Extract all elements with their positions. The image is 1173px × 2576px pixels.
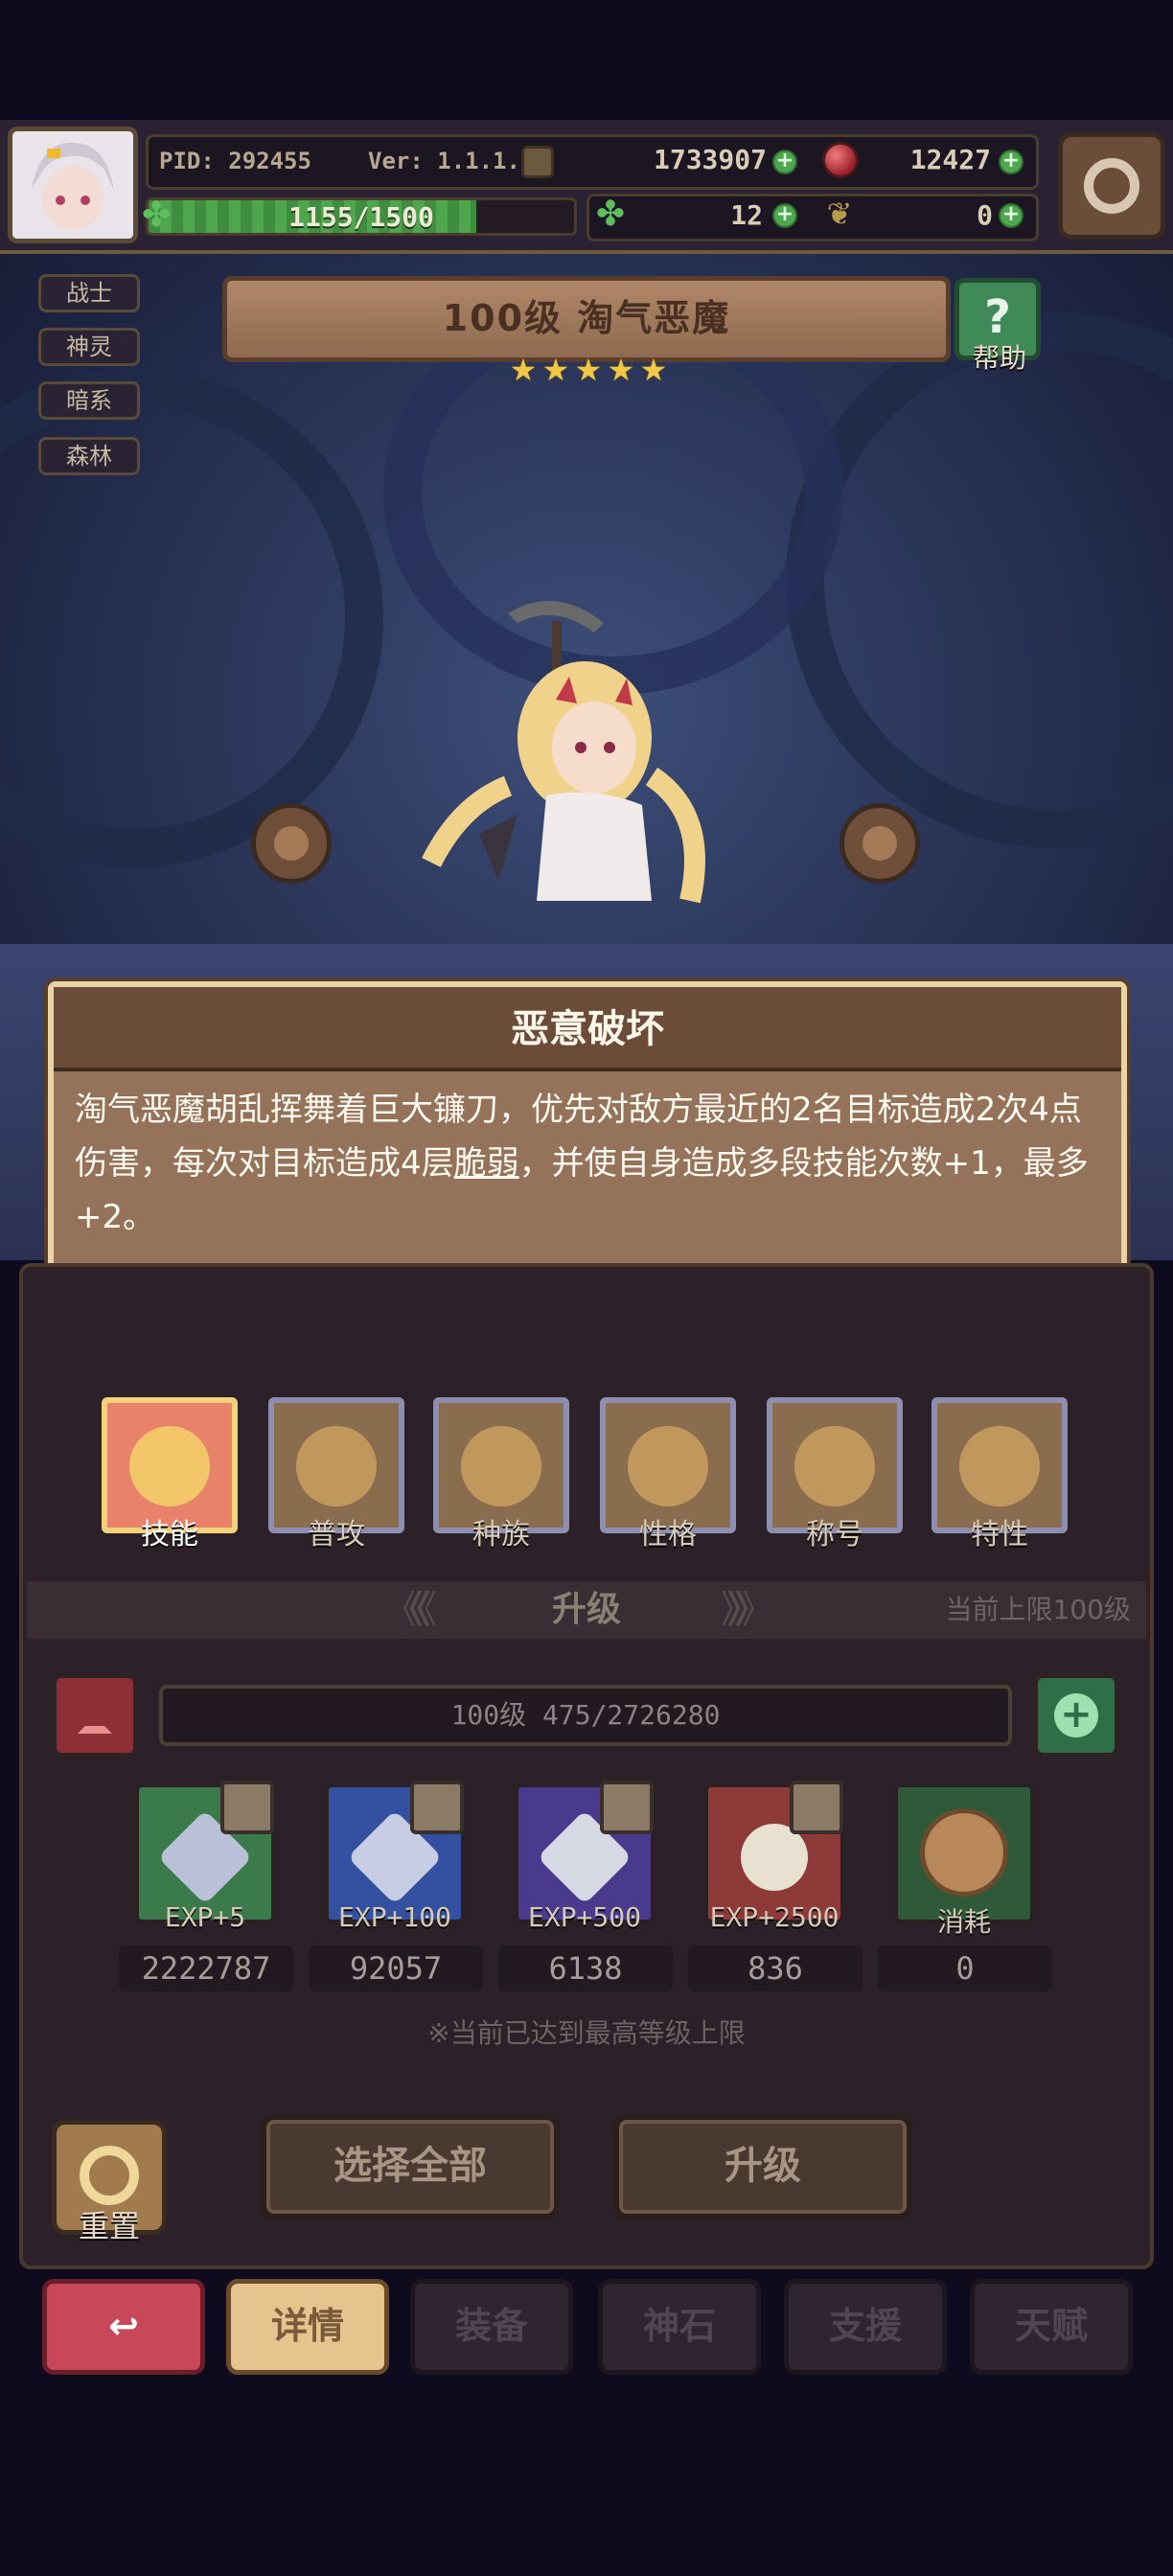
system-status-bar xyxy=(0,0,1173,120)
select-all-button[interactable]: 选择全部 xyxy=(261,2114,560,2220)
exp-item-large-label: EXP+500 xyxy=(527,1901,641,1933)
max-level-notice: ※当前已达到最高等级上限 xyxy=(427,2017,746,2049)
tab-normal-attack-label: 普攻 xyxy=(308,1518,365,1552)
clover-icon: ✤ xyxy=(595,195,626,234)
leaf-value: 0 xyxy=(977,199,993,231)
crossed-swords-icon xyxy=(959,1426,1040,1506)
gem-value: 12427 xyxy=(909,144,991,175)
refresh-icon xyxy=(80,2146,139,2205)
tab-skill-label: 技能 xyxy=(141,1518,198,1552)
settings-button[interactable] xyxy=(1058,132,1165,240)
nav-details[interactable]: 详情 xyxy=(226,2279,389,2375)
keyword-fragile-link[interactable]: 脆弱 xyxy=(454,1144,519,1183)
add-clover-button[interactable]: + xyxy=(772,203,797,228)
tab-title-label: 称号 xyxy=(806,1518,863,1552)
tab-personality-label: 性格 xyxy=(639,1518,697,1552)
sword-icon xyxy=(296,1426,377,1506)
lock-icon xyxy=(410,1781,464,1834)
star-icon: ★ xyxy=(509,352,538,388)
plus-icon: + xyxy=(1054,1693,1098,1737)
skill-description: 淘气恶魔胡乱挥舞着巨大镰刀，优先对敌方最近的2名目标造成2次4点伤害，每次对目标… xyxy=(75,1083,1100,1244)
clover-value: 12 xyxy=(730,199,763,231)
nav-talent[interactable]: 天赋 xyxy=(970,2279,1133,2375)
exp-item-medium-label: EXP+100 xyxy=(337,1901,451,1933)
tab-race-label: 种族 xyxy=(472,1518,530,1552)
nav-equipment[interactable]: 装备 xyxy=(410,2279,573,2375)
tag-class: 战士 xyxy=(38,274,140,312)
upgrade-section-title: 升级 xyxy=(551,1590,621,1629)
tag-habitat: 森林 xyxy=(38,437,140,475)
exp-item-large-count: 6138 xyxy=(498,1945,673,1991)
hero-title: 100级 淘气恶魔 xyxy=(442,297,731,339)
star-icon: ★ xyxy=(574,352,603,388)
add-leaf-button[interactable]: + xyxy=(999,203,1024,228)
nav-support[interactable]: 支援 xyxy=(784,2279,947,2375)
skill-name: 恶意破坏 xyxy=(511,1007,664,1051)
skill-icon xyxy=(129,1426,210,1506)
ruby-icon xyxy=(822,142,859,178)
tag-element: 暗系 xyxy=(38,381,140,420)
figure-icon xyxy=(794,1426,875,1506)
gear-icon xyxy=(1084,158,1139,214)
chevron-left-icon: 《《《 xyxy=(383,1588,437,1632)
lock-icon xyxy=(790,1781,843,1834)
exp-item-huge-count: 836 xyxy=(688,1945,862,1991)
star-rating: ★ ★ ★ ★ ★ xyxy=(508,355,671,389)
help-label: 帮助 xyxy=(972,342,1026,374)
leaf-icon: ❦ xyxy=(826,196,853,232)
next-hero-button[interactable] xyxy=(840,803,920,884)
exp-item-huge-label: EXP+2500 xyxy=(709,1901,840,1933)
version-label: Ver: 1.1.1.8 xyxy=(368,148,535,174)
lock-icon xyxy=(220,1781,274,1834)
avatar-portrait-icon xyxy=(12,131,133,239)
back-button[interactable]: ↩ xyxy=(42,2279,205,2375)
decrease-button[interactable] xyxy=(52,1673,138,1758)
coin-icon xyxy=(521,146,554,178)
exp-item-medium-count: 92057 xyxy=(309,1945,483,1991)
consume-count: 0 xyxy=(878,1945,1052,1991)
lock-icon xyxy=(600,1781,654,1834)
star-icon: ★ xyxy=(541,352,570,388)
hero-sprite xyxy=(422,601,705,904)
gold-value: 1733907 xyxy=(653,144,767,175)
download-icon xyxy=(78,1699,112,1734)
add-gem-button[interactable]: + xyxy=(999,150,1024,174)
star-icon: ★ xyxy=(607,352,635,388)
star-icon: ★ xyxy=(639,352,668,388)
exp-item-small-label: EXP+5 xyxy=(164,1901,246,1933)
coin-icon xyxy=(920,1808,1008,1897)
add-gold-button[interactable]: + xyxy=(772,150,797,174)
question-icon: ? xyxy=(984,290,1011,344)
prev-hero-button[interactable] xyxy=(251,803,332,884)
upgrade-button[interactable]: 升级 xyxy=(613,2114,912,2220)
level-progress-text: 100级 475/2726280 xyxy=(450,1699,721,1731)
tab-trait-label: 特性 xyxy=(971,1518,1028,1552)
tag-type: 神灵 xyxy=(38,328,140,366)
player-avatar[interactable] xyxy=(8,126,138,243)
exp-text: 1155/1500 xyxy=(288,201,434,233)
head-icon xyxy=(628,1426,708,1506)
return-arrow-icon: ↩ xyxy=(108,2305,139,2347)
level-limit-text: 当前上限100级 xyxy=(945,1594,1131,1625)
consume-label: 消耗 xyxy=(936,1906,991,1938)
increase-button[interactable]: + xyxy=(1033,1673,1119,1758)
reset-label: 重置 xyxy=(78,2208,140,2244)
exp-item-small-count: 2222787 xyxy=(119,1945,293,1991)
crab-icon xyxy=(461,1426,541,1506)
pid-label: PID: 292455 xyxy=(159,148,311,174)
hero-title-banner: 100级 淘气恶魔 xyxy=(222,276,951,362)
nav-divine-stone[interactable]: 神石 xyxy=(598,2279,761,2375)
chevron-right-icon: 》》》 xyxy=(721,1588,774,1632)
